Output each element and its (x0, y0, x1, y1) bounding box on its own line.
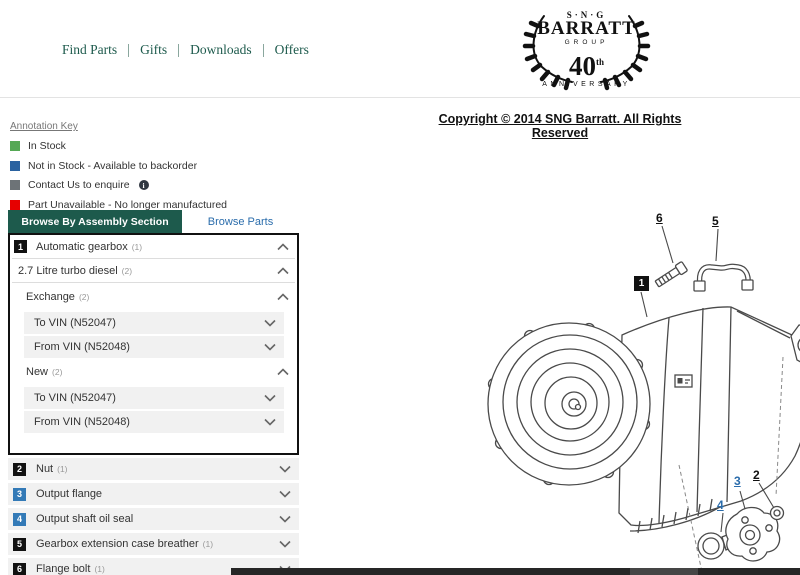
unavailable-swatch (10, 200, 20, 210)
chevron-down-icon (279, 541, 291, 548)
logo-40th: 40th (514, 49, 659, 79)
group-row-new[interactable]: New (2) (10, 360, 297, 384)
parts-catalog-page: Find Parts Gifts Downloads Offers (0, 0, 800, 575)
assembly-panel: 1 Automatic gearbox (1) 2.7 Litre turbo … (8, 233, 299, 455)
option-row-to-vin-exchange[interactable]: To VIN (N52047) (24, 312, 284, 334)
section-label: Output flange (36, 488, 102, 500)
copyright-link[interactable]: Copyright © 2014 SNG Barratt. All Rights… (410, 112, 710, 140)
section-row-gearbox-extension-case-breather[interactable]: 5 Gearbox extension case breather (1) (8, 533, 299, 555)
section-count: (1) (132, 242, 142, 252)
section-count: (1) (94, 564, 104, 574)
key-item-in-stock: In Stock (10, 140, 227, 152)
option-row-from-vin-exchange[interactable]: From VIN (N52048) (24, 336, 284, 358)
section-count: (1) (203, 539, 213, 549)
nav-offers[interactable]: Offers (275, 42, 309, 58)
section-number-badge: 3 (13, 488, 26, 501)
key-label: Part Unavailable - No longer manufacture… (28, 199, 227, 211)
key-item-unavailable: Part Unavailable - No longer manufacture… (10, 199, 227, 211)
gearbox-diagram (470, 195, 800, 575)
section-label: Gearbox extension case breather (36, 538, 199, 550)
chevron-down-icon (279, 491, 291, 498)
option-label: To VIN (N52047) (34, 392, 116, 404)
section-number-badge: 1 (14, 240, 27, 253)
chevron-up-icon (277, 294, 289, 301)
group-count: (2) (79, 292, 89, 302)
info-icon[interactable]: i (139, 180, 149, 190)
chevron-down-icon (264, 419, 276, 426)
nav-find-parts[interactable]: Find Parts (62, 42, 117, 58)
contact-us-swatch (10, 180, 20, 190)
logo-group-text: GROUP (514, 39, 659, 46)
key-item-contact-us: Contact Us to enquire i (10, 179, 227, 191)
sng-barratt-logo: S·N·G BARRATT GROUP 40th ANNIVERSARY (514, 4, 659, 98)
diagram-callout-5[interactable]: 5 (712, 214, 719, 228)
group-row-exchange[interactable]: Exchange (2) (10, 285, 297, 309)
assembly-row-27-litre-turbo-diesel[interactable]: 2.7 Litre turbo diesel (2) (10, 259, 297, 282)
header-divider (0, 97, 800, 98)
key-label: Contact Us to enquire (28, 179, 130, 191)
top-navigation: Find Parts Gifts Downloads Offers (62, 42, 309, 58)
assembly-row-automatic-gearbox[interactable]: 1 Automatic gearbox (1) (10, 235, 297, 258)
diagram-callout-3[interactable]: 3 (734, 474, 741, 488)
group-label: New (26, 366, 48, 378)
nav-downloads[interactable]: Downloads (190, 42, 252, 58)
diagram-callout-6[interactable]: 6 (656, 211, 663, 225)
key-item-backorder: Not in Stock - Available to backorder (10, 160, 227, 172)
section-label: Flange bolt (36, 563, 90, 575)
nav-separator (178, 44, 179, 57)
diagram-callout-4[interactable]: 4 (717, 498, 724, 512)
section-number-badge: 5 (13, 538, 26, 551)
option-label: From VIN (N52048) (34, 341, 130, 353)
tab-browse-by-assembly-section[interactable]: Browse By Assembly Section (8, 210, 182, 233)
in-stock-swatch (10, 141, 20, 151)
section-number-badge: 4 (13, 513, 26, 526)
browse-tabs: Browse By Assembly Section Browse Parts (8, 210, 299, 233)
diagram-callout-1[interactable]: 1 (634, 276, 649, 291)
logo-anniversary-text: ANNIVERSARY (514, 81, 659, 88)
section-label: Automatic gearbox (36, 241, 128, 253)
key-label: In Stock (28, 140, 66, 152)
option-row-to-vin-new[interactable]: To VIN (N52047) (24, 387, 284, 409)
section-label: Output shaft oil seal (36, 513, 133, 525)
key-label: Not in Stock - Available to backorder (28, 160, 197, 172)
nav-separator (128, 44, 129, 57)
option-row-from-vin-new[interactable]: From VIN (N52048) (24, 411, 284, 433)
section-count: (1) (57, 464, 67, 474)
nav-separator (263, 44, 264, 57)
chevron-down-icon (264, 395, 276, 402)
backorder-swatch (10, 161, 20, 171)
annotation-key: Annotation Key In Stock Not in Stock - A… (10, 121, 227, 218)
section-row-nut[interactable]: 2 Nut (1) (8, 458, 299, 480)
bottom-bar (231, 568, 800, 575)
logo-barratt-text: BARRATT (514, 20, 659, 38)
chevron-up-icon (277, 267, 289, 274)
tab-browse-parts[interactable]: Browse Parts (182, 210, 299, 233)
chevron-down-icon (279, 466, 291, 473)
variant-label: 2.7 Litre turbo diesel (18, 265, 118, 277)
nav-gifts[interactable]: Gifts (140, 42, 167, 58)
chevron-down-icon (279, 516, 291, 523)
variant-count: (2) (122, 266, 132, 276)
diagram-callout-2[interactable]: 2 (753, 468, 760, 482)
chevron-up-icon (277, 369, 289, 376)
section-row-output-flange[interactable]: 3 Output flange (8, 483, 299, 505)
chevron-up-icon (277, 243, 289, 250)
option-label: To VIN (N52047) (34, 317, 116, 329)
chevron-down-icon (264, 344, 276, 351)
assembly-section-list: 2 Nut (1) 3 Output flange 4 Output shaft… (8, 458, 299, 575)
section-number-badge: 2 (13, 463, 26, 476)
section-number-badge: 6 (13, 563, 26, 575)
chevron-down-icon (264, 320, 276, 327)
section-row-output-shaft-oil-seal[interactable]: 4 Output shaft oil seal (8, 508, 299, 530)
section-label: Nut (36, 463, 53, 475)
group-count: (2) (52, 367, 62, 377)
row-divider (12, 282, 295, 283)
bottom-bar-segment (630, 568, 698, 575)
option-label: From VIN (N52048) (34, 416, 130, 428)
annotation-key-title: Annotation Key (10, 121, 227, 132)
group-label: Exchange (26, 291, 75, 303)
